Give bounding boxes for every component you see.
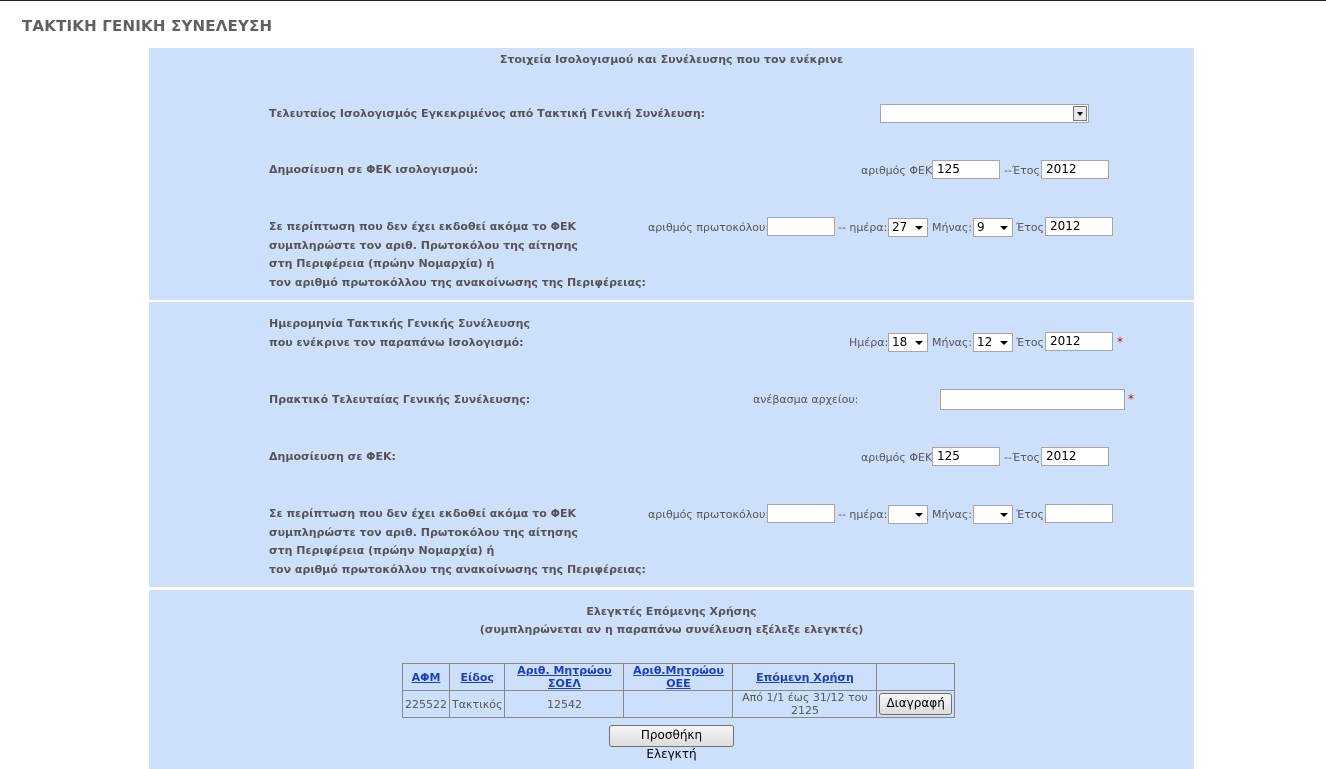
protocol-note: Σε περίπτωση που δεν έχει εκδοθεί ακόμα … xyxy=(269,505,646,579)
protocol-note: Σε περίπτωση που δεν έχει εκδοθεί ακόμα … xyxy=(269,218,646,292)
page-title: ΤΑΚΤΙΚΗ ΓΕΝΙΚΗ ΣΥΝΕΛΕΥΣΗ xyxy=(22,17,273,35)
cell-next-use: Από 1/1 έως 31/12 του 2125 xyxy=(732,690,878,718)
chevron-down-icon xyxy=(1000,226,1008,230)
last-balance-select[interactable] xyxy=(880,104,1089,123)
fek-year-label: --Έτος: xyxy=(1004,451,1044,464)
protocol-day-label: -- ημέρα: xyxy=(838,221,888,234)
note-line: Σε περίπτωση που δεν έχει εκδοθεί ακόμα … xyxy=(269,507,576,520)
fek-number-input[interactable]: 125 xyxy=(932,447,1000,466)
assembly-day-select[interactable]: 18 xyxy=(888,333,928,352)
delete-button[interactable]: Διαγραφή xyxy=(879,693,952,715)
note-line: συμπληρώστε τον αριθ. Πρωτοκόλου της αίτ… xyxy=(269,525,578,539)
chevron-down-icon xyxy=(915,341,923,345)
note-line: συμπληρώστε τον αριθ. Πρωτοκόλου της αίτ… xyxy=(269,238,578,252)
file-upload-input[interactable] xyxy=(940,389,1125,410)
column-header-type[interactable]: Είδος xyxy=(448,663,506,691)
upload-label: ανέβασμα αρχείου: xyxy=(753,393,859,406)
note-line: τον αριθμό πρωτοκόλλου της ανακοίνωσης τ… xyxy=(269,562,646,576)
chevron-down-icon xyxy=(915,226,923,230)
section-title-balance: Στοιχεία Ισολογισμού και Συνέλευσης που … xyxy=(499,53,844,66)
add-auditor-button[interactable]: Προσθήκη Ελεγκτή xyxy=(609,725,734,761)
fek-label: Δημοσίευση σε ΦΕΚ ισολογισμού: xyxy=(269,163,479,176)
assembly-day-label: Ημέρα: xyxy=(849,336,889,349)
protocol-day-select[interactable]: 27 xyxy=(888,218,928,237)
assembly-month-select[interactable]: 12 xyxy=(973,333,1013,352)
cell-oee xyxy=(623,690,734,718)
auditors-subtitle: (συμπληρώνεται αν η παραπάνω συνέλευση ε… xyxy=(479,623,864,636)
chevron-down-icon xyxy=(1073,106,1087,121)
protocol-year-input[interactable] xyxy=(1045,504,1113,523)
assembly-month-label: Μήνας: xyxy=(932,336,973,349)
fek-year-input[interactable]: 2012 xyxy=(1041,447,1109,466)
protocol-month-select[interactable] xyxy=(973,505,1013,524)
table-header-row: ΑΦΜ Είδος Αριθ. Μητρώου ΣΟΕΛ Αριθ.Μητρώο… xyxy=(402,663,955,691)
fek-number-label: αριθμός ΦΕΚ: xyxy=(861,451,936,464)
cell-type: Τακτικός xyxy=(448,690,506,718)
chevron-down-icon xyxy=(1000,513,1008,517)
required-marker: * xyxy=(1128,392,1134,406)
assembly-year-label: Έτος: xyxy=(1016,336,1048,349)
protocol-month-label: Μήνας: xyxy=(932,221,973,234)
protocol-month-label: Μήνας: xyxy=(932,508,973,521)
protocol-number-label: αριθμός πρωτοκόλου: xyxy=(648,221,770,234)
column-header-actions xyxy=(876,663,955,691)
protocol-number-input[interactable] xyxy=(767,217,835,236)
auditors-title: Ελεγκτές Επόμενης Χρήσης xyxy=(586,605,757,618)
protocol-year-input[interactable]: 2012 xyxy=(1045,217,1113,236)
column-header-afm[interactable]: ΑΦΜ xyxy=(402,663,450,691)
assembly-year-input[interactable]: 2012 xyxy=(1045,332,1113,351)
note-line: Σε περίπτωση που δεν έχει εκδοθεί ακόμα … xyxy=(269,220,576,233)
fek-label: Δημοσίευση σε ΦΕΚ: xyxy=(269,450,396,463)
protocol-year-label: Έτος: xyxy=(1016,221,1048,234)
fek-year-input[interactable]: 2012 xyxy=(1041,160,1109,179)
chevron-down-icon xyxy=(1000,341,1008,345)
cell-soel: 12542 xyxy=(504,690,625,718)
assembly-date-label: Ημερομηνία Τακτικής Γενικής Συνέλευσης π… xyxy=(269,317,531,349)
chevron-down-icon xyxy=(915,513,923,517)
last-balance-label: Τελευταίος Ισολογισμός Εγκεκριμένος από … xyxy=(269,107,706,120)
column-header-oee[interactable]: Αριθ.Μητρώου ΟΕΕ xyxy=(623,663,734,691)
cell-afm: 225522 xyxy=(402,690,450,718)
table-row: 225522 Τακτικός 12542 Από 1/1 έως 31/12 … xyxy=(402,690,955,718)
required-marker: * xyxy=(1117,335,1123,349)
column-header-soel[interactable]: Αριθ. Μητρώου ΣΟΕΛ xyxy=(504,663,625,691)
fek-number-label: αριθμός ΦΕΚ: xyxy=(861,164,936,177)
protocol-year-label: Έτος: xyxy=(1016,508,1048,521)
protocol-month-select[interactable]: 9 xyxy=(973,218,1013,237)
note-line: στη Περιφέρεια (πρώην Νομαρχία) ή xyxy=(269,257,495,270)
protocol-day-select[interactable] xyxy=(888,505,928,524)
protocol-number-input[interactable] xyxy=(767,504,835,523)
fek-year-label: --Έτος: xyxy=(1004,164,1044,177)
protocol-day-label: -- ημέρα: xyxy=(838,508,888,521)
fek-number-input[interactable]: 125 xyxy=(932,160,1000,179)
auditors-table: ΑΦΜ Είδος Αριθ. Μητρώου ΣΟΕΛ Αριθ.Μητρώο… xyxy=(402,663,955,718)
note-line: στη Περιφέρεια (πρώην Νομαρχία) ή xyxy=(269,544,495,557)
column-header-next-use[interactable]: Επόμενη Χρήση xyxy=(732,663,878,691)
note-line: τον αριθμό πρωτοκόλλου της ανακοίνωσης τ… xyxy=(269,275,646,289)
cell-actions: Διαγραφή xyxy=(876,690,955,718)
minutes-label: Πρακτικό Τελευταίας Γενικής Συνέλευσης: xyxy=(269,393,531,406)
protocol-number-label: αριθμός πρωτοκόλου: xyxy=(648,508,770,521)
